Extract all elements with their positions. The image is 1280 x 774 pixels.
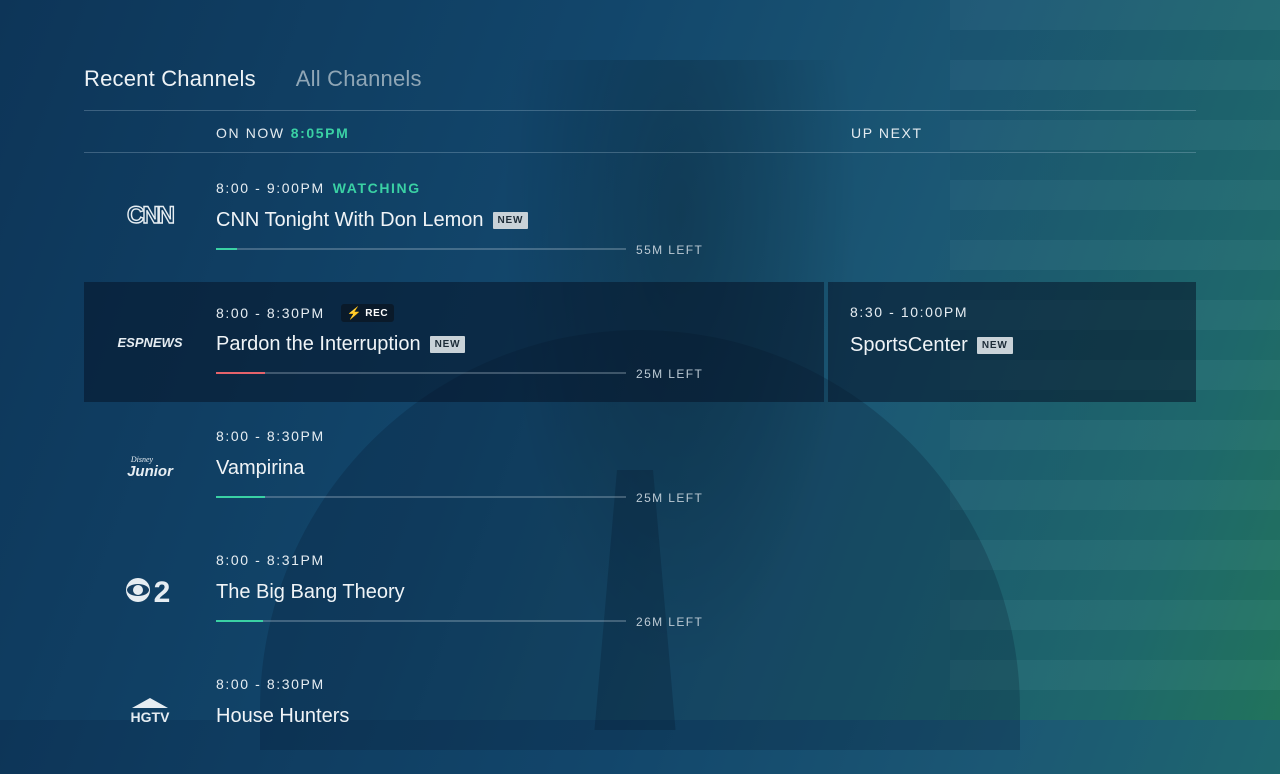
up-next-header: UP NEXT (851, 125, 923, 141)
program-title: CNN Tonight With Don Lemon (216, 209, 484, 231)
time-left: 25M LEFT (636, 367, 704, 381)
program-time-row: 8:00 - 8:31PM (216, 552, 325, 568)
program-title-row: Pardon the Interruption NEW (216, 333, 466, 356)
up-next-time: 8:30 - 10:00PM (850, 304, 969, 320)
hgtv-logo: HGTV (114, 696, 186, 727)
time-left: 55M LEFT (636, 243, 704, 257)
program-time-row: 8:00 - 8:30PM ⚡ REC (216, 304, 395, 322)
on-now-header: ON NOW 8:05PM (216, 125, 349, 141)
progress-fill (216, 372, 266, 374)
rec-label: REC (365, 307, 389, 319)
cbs2-logo: 2 (114, 574, 186, 611)
svg-text:ESPNEWS: ESPNEWS (117, 335, 182, 350)
espnews-logo-icon: ESPNEWS (117, 335, 182, 350)
up-next-title: SportsCenter (850, 334, 968, 356)
svg-text:2: 2 (154, 576, 171, 606)
lightning-icon: ⚡ (346, 306, 363, 320)
disney-junior-logo: Disney Junior (114, 454, 186, 485)
time-left: 26M LEFT (636, 615, 704, 629)
new-badge: NEW (492, 212, 529, 229)
watching-status: WATCHING (332, 180, 421, 196)
hgtv-house-icon: HGTV (131, 698, 171, 725)
svg-text:HGTV: HGTV (131, 709, 171, 722)
header-divider-bottom (84, 152, 1196, 153)
program-title-row: The Big Bang Theory (216, 581, 405, 604)
progress-fill (216, 620, 264, 622)
new-badge: NEW (976, 337, 1013, 354)
header-divider-top (84, 110, 1196, 111)
program-time: 8:00 - 8:30PM (216, 305, 325, 321)
tab-all-channels[interactable]: All Channels (296, 66, 422, 92)
progress-fill (216, 248, 237, 250)
program-time: 8:00 - 9:00PM (216, 180, 325, 196)
on-now-label: ON NOW (216, 125, 285, 141)
progress-track (216, 248, 626, 250)
program-time: 8:00 - 8:30PM (216, 676, 325, 692)
new-badge: NEW (429, 336, 466, 353)
program-title: Pardon the Interruption (216, 333, 421, 355)
program-title: The Big Bang Theory (216, 581, 405, 603)
progress-track (216, 620, 626, 622)
program-title: Vampirina (216, 457, 305, 479)
channel-row-cnn[interactable]: CNN 8:00 - 9:00PM WATCHING CNN Tonight Wi… (84, 158, 824, 278)
up-next-espnews[interactable]: 8:30 - 10:00PM SportsCenter NEW (828, 282, 1196, 402)
svg-text:CNN: CNN (127, 202, 174, 228)
program-title-row: Vampirina (216, 457, 305, 480)
up-next-title-row: SportsCenter NEW (850, 334, 1013, 357)
channel-tabs: Recent Channels All Channels (84, 66, 422, 92)
channel-row-espnews[interactable]: ESPNEWS 8:00 - 8:30PM ⚡ REC Pardon the In… (84, 282, 824, 402)
program-time-row: 8:00 - 9:00PM WATCHING (216, 180, 421, 196)
time-left: 25M LEFT (636, 491, 704, 505)
program-time-row: 8:00 - 8:30PM (216, 676, 325, 692)
progress-track (216, 372, 626, 374)
espnews-logo: ESPNEWS (114, 334, 186, 355)
program-time: 8:00 - 8:30PM (216, 428, 325, 444)
program-title-row: House Hunters (216, 705, 349, 728)
cbs-eye-icon: 2 (126, 576, 171, 609)
svg-text:Junior: Junior (127, 463, 174, 480)
current-time: 8:05PM (290, 125, 350, 141)
recording-badge: ⚡ REC (340, 304, 395, 322)
cnn-logo-icon: CNN (126, 201, 176, 229)
program-title: House Hunters (216, 705, 350, 727)
program-time-row: 8:00 - 8:30PM (216, 428, 325, 444)
channel-row-disney-junior[interactable]: Disney Junior 8:00 - 8:30PM Vampirina 25… (84, 406, 824, 526)
program-time: 8:00 - 8:31PM (216, 552, 325, 568)
channel-row-hgtv[interactable]: HGTV 8:00 - 8:30PM House Hunters (84, 654, 824, 774)
tab-recent-channels[interactable]: Recent Channels (84, 66, 256, 92)
program-title-row: CNN Tonight With Don Lemon NEW (216, 209, 529, 232)
disney-junior-logo-icon: Disney Junior (127, 455, 174, 480)
cnn-logo: CNN (114, 201, 186, 233)
progress-fill (216, 496, 266, 498)
channel-row-cbs2[interactable]: 2 8:00 - 8:31PM The Big Bang Theory 26M … (84, 530, 824, 650)
progress-track (216, 496, 626, 498)
